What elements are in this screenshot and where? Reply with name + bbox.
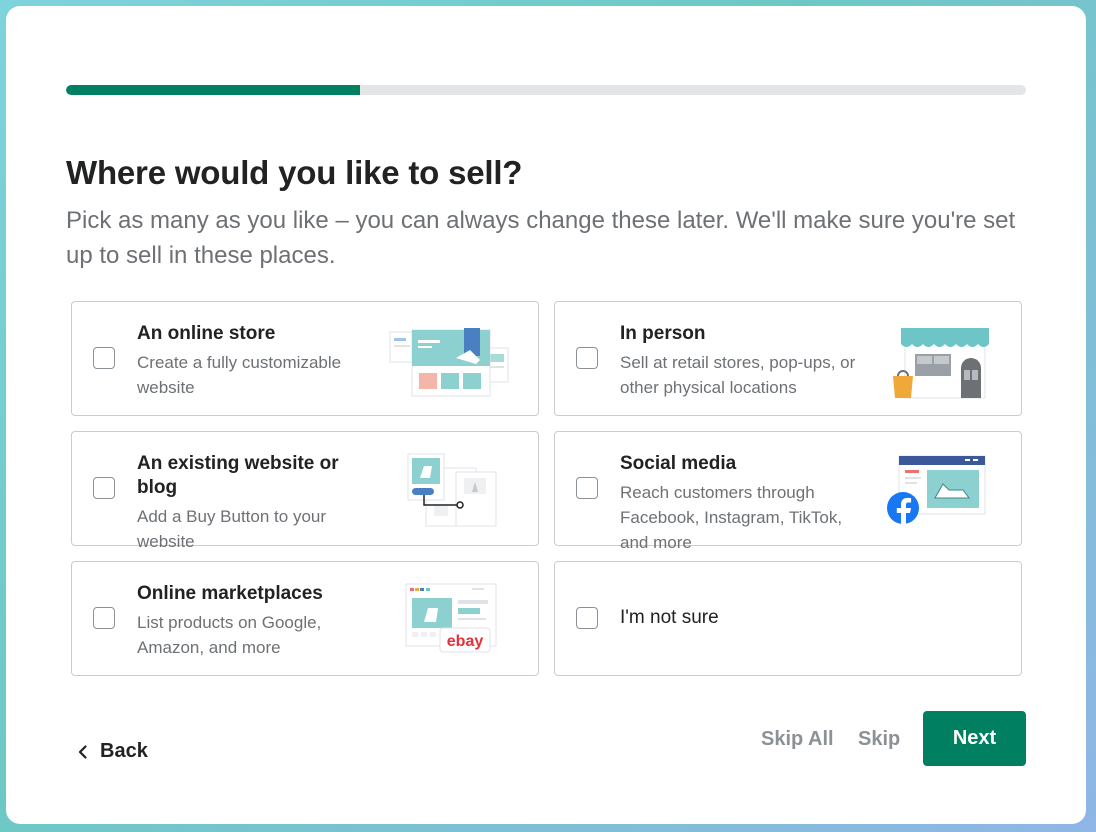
- checkbox-existing-website[interactable]: [93, 477, 115, 499]
- option-description: Create a fully customizable website: [137, 353, 342, 397]
- checkbox-online-marketplaces[interactable]: [93, 607, 115, 629]
- sales-channel-options: An online store Create a fully customiza…: [71, 301, 1022, 676]
- progress-bar-fill: [66, 85, 360, 95]
- option-title: An online store: [137, 323, 276, 344]
- buy-button-illustration-icon: [407, 453, 497, 527]
- back-label: Back: [100, 740, 148, 762]
- option-in-person[interactable]: In person Sell at retail stores, pop-ups…: [554, 301, 1022, 416]
- checkbox-not-sure[interactable]: [576, 607, 598, 629]
- option-title: An existing website or blog: [137, 453, 339, 498]
- page-subtitle: Pick as many as you like – you can alway…: [66, 207, 1016, 269]
- back-button[interactable]: Back: [76, 740, 148, 763]
- checkbox-social-media[interactable]: [576, 477, 598, 499]
- option-description: List products on Google, Amazon, and mor…: [137, 613, 322, 657]
- option-social-media[interactable]: Social media Reach customers through Fac…: [554, 431, 1022, 552]
- option-title: Social media: [620, 453, 737, 474]
- option-description: Sell at retail stores, pop-ups, or other…: [620, 353, 856, 397]
- option-description: Reach customers through Facebook, Instag…: [620, 483, 843, 552]
- option-online-store[interactable]: An online store Create a fully customiza…: [71, 301, 539, 416]
- checkbox-online-store[interactable]: [93, 347, 115, 369]
- option-description: Add a Buy Button to your website: [137, 507, 327, 551]
- onboarding-card: Where would you like to sell? Pick as ma…: [6, 6, 1086, 824]
- option-online-marketplaces[interactable]: Online marketplaces List products on Goo…: [71, 561, 539, 676]
- page-title: Where would you like to sell?: [66, 154, 523, 191]
- ebay-logo: ebay: [447, 633, 484, 650]
- checkbox-in-person[interactable]: [576, 347, 598, 369]
- option-title: Online marketplaces: [137, 583, 323, 604]
- next-button[interactable]: Next: [923, 711, 1026, 766]
- social-media-illustration-icon: [887, 455, 986, 526]
- storefront-illustration-icon: [893, 328, 989, 399]
- chevron-left-icon: [78, 744, 87, 759]
- skip-all-button[interactable]: Skip All: [761, 728, 834, 751]
- option-title: I'm not sure: [620, 607, 719, 628]
- option-title: In person: [620, 323, 706, 344]
- online-store-illustration-icon: [389, 328, 509, 397]
- progress-bar: [66, 85, 1026, 95]
- skip-button[interactable]: Skip: [858, 728, 900, 751]
- marketplace-illustration-icon: ebay: [405, 583, 497, 653]
- option-not-sure[interactable]: I'm not sure: [554, 561, 1022, 676]
- option-existing-website[interactable]: An existing website or blog Add a Buy Bu…: [71, 431, 539, 551]
